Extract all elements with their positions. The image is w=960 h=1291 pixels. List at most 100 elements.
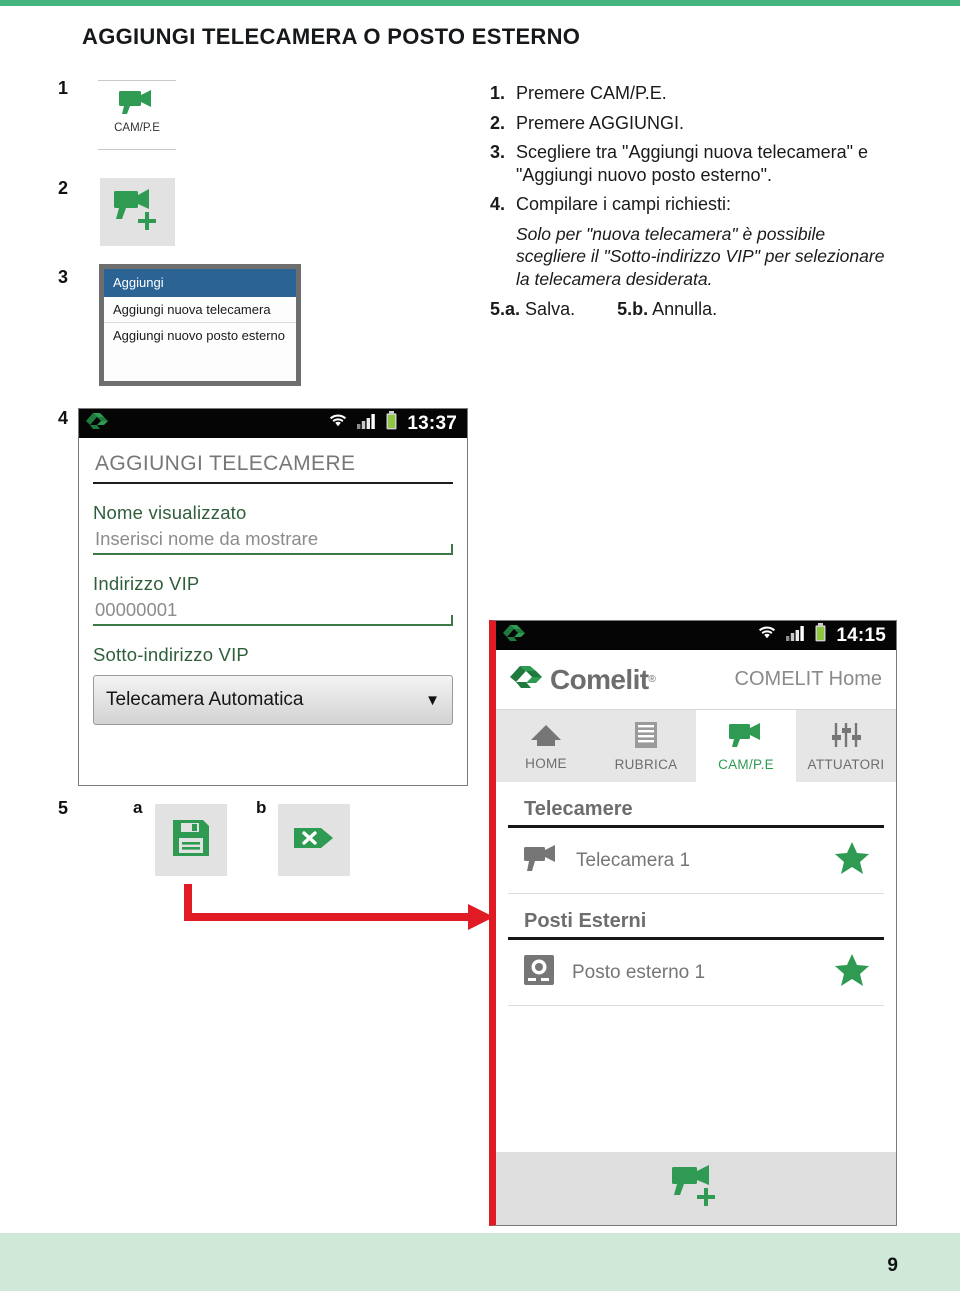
instruction-item: 4. Compilare i campi richiesti: xyxy=(490,193,890,216)
cancel-x-icon xyxy=(291,821,337,860)
status-bar: 13:37 xyxy=(79,409,467,438)
top-accent-rule xyxy=(0,0,960,6)
page-title: AGGIUNGI TELECAMERA O POSTO ESTERNO xyxy=(82,24,581,49)
field-label: Sotto-indirizzo VIP xyxy=(93,644,249,665)
save-button[interactable] xyxy=(155,804,227,876)
camera-icon xyxy=(727,721,765,754)
tab-home[interactable]: HOME xyxy=(496,710,596,782)
tab-label: ATTUATORI xyxy=(807,756,885,772)
nav-bar: HOME RUBRICA CAM/P.E ATTUATORI xyxy=(496,710,896,782)
list-icon xyxy=(633,721,659,754)
step-label-5a: a xyxy=(133,798,143,817)
favorite-star-icon[interactable] xyxy=(834,841,870,880)
list-item-label: Telecamera 1 xyxy=(576,849,691,871)
tab-cam-pe[interactable]: CAM/P.E xyxy=(696,710,796,782)
phone-screenshot-camera-list: 14:15 Comelit ® COMELIT Home HOME RUBRIC… xyxy=(489,620,897,1226)
instruction-text: Compilare i campi richiesti: xyxy=(516,194,732,214)
status-bar: 14:15 xyxy=(496,621,896,650)
wifi-icon xyxy=(327,412,349,435)
add-camera-icon xyxy=(668,1163,724,1214)
brand-name: Comelit xyxy=(550,663,649,695)
sliders-icon xyxy=(829,721,863,754)
final-step-number: 5.a. xyxy=(490,298,521,319)
display-name-input[interactable]: Inserisci nome da mostrare xyxy=(93,524,453,555)
instruction-item: 3. Scegliere tra "Aggiungi nuova telecam… xyxy=(490,141,890,186)
tab-rubrica[interactable]: RUBRICA xyxy=(596,710,696,782)
footer-band xyxy=(0,1233,960,1291)
chevron-down-icon: ▼ xyxy=(425,691,440,709)
field-label: Nome visualizzato xyxy=(93,502,247,523)
final-steps: 5.a. Salva. 5.b. Annulla. xyxy=(490,299,890,320)
field-indirizzo-vip: Indirizzo VIP 00000001 xyxy=(93,573,453,626)
screen-title: AGGIUNGI TELECAMERE xyxy=(93,438,453,484)
final-step-text: Salva. xyxy=(525,298,576,319)
final-step-5a: 5.a. Salva. xyxy=(490,299,575,320)
step-number-3: 3 xyxy=(58,267,69,287)
comelit-logo-icon xyxy=(510,664,546,695)
add-camera-icon xyxy=(112,187,164,238)
flow-arrow-red xyxy=(184,884,494,930)
floppy-save-icon xyxy=(169,816,213,865)
instruction-text: Premere CAM/P.E. xyxy=(516,83,667,103)
registered-mark: ® xyxy=(648,674,656,685)
aggiungi-popup-menu[interactable]: Aggiungi Aggiungi nuova telecamera Aggiu… xyxy=(99,264,301,386)
section-title-posti-esterni: Posti Esterni xyxy=(508,894,884,940)
field-label: Indirizzo VIP xyxy=(93,573,200,594)
field-sotto-indirizzo-vip: Sotto-indirizzo VIP Telecamera Automatic… xyxy=(93,644,453,725)
menu-item-add-new-camera[interactable]: Aggiungi nuova telecamera xyxy=(104,297,296,324)
cam-pe-tab-tile[interactable]: CAM/P.E xyxy=(98,80,176,150)
cam-pe-tile-label: CAM/P.E xyxy=(114,122,160,134)
tab-label: RUBRICA xyxy=(614,756,678,772)
vip-address-input[interactable]: 00000001 xyxy=(93,595,453,626)
add-camera-button-tile[interactable] xyxy=(100,178,175,246)
comelit-mark-icon xyxy=(86,412,112,435)
step-label-5b: b xyxy=(256,798,267,817)
instruction-text: Scegliere tra "Aggiungi nuova telecamera… xyxy=(516,142,868,185)
instruction-number: 4. xyxy=(490,194,506,214)
instruction-item: 2. Premere AGGIUNGI. xyxy=(490,112,890,135)
field-nome-visualizzato: Nome visualizzato Inserisci nome da most… xyxy=(93,502,453,555)
document-page: AGGIUNGI TELECAMERA O POSTO ESTERNO 1 2 … xyxy=(0,0,960,1291)
signal-icon xyxy=(786,624,806,647)
step-number-5: 5 xyxy=(58,798,69,818)
instruction-item: 1. Premere CAM/P.E. xyxy=(490,82,890,105)
status-bar-time: 13:37 xyxy=(407,412,457,434)
instruction-text: Premere AGGIUNGI. xyxy=(516,112,685,133)
tab-label: CAM/P.E xyxy=(718,756,774,772)
instruction-number: 3. xyxy=(490,142,506,162)
entrance-panel-icon xyxy=(522,953,556,992)
cancel-button[interactable] xyxy=(278,804,350,876)
step-number-4: 4 xyxy=(58,408,69,428)
status-bar-time: 14:15 xyxy=(836,624,886,646)
instruction-number: 1. xyxy=(490,83,506,103)
home-title: COMELIT Home xyxy=(734,668,882,690)
list-item-telecamera-1[interactable]: Telecamera 1 xyxy=(508,828,884,894)
wifi-icon xyxy=(756,624,778,647)
phone-screenshot-add-camera-form: 13:37 AGGIUNGI TELECAMERE Nome visualizz… xyxy=(78,408,468,786)
tab-attuatori[interactable]: ATTUATORI xyxy=(796,710,896,782)
form-screen: AGGIUNGI TELECAMERE Nome visualizzato In… xyxy=(79,438,467,725)
step-number-2: 2 xyxy=(58,178,69,198)
select-value: Telecamera Automatica xyxy=(106,689,304,710)
list-item-posto-esterno-1[interactable]: Posto esterno 1 xyxy=(508,940,884,1006)
instruction-note: Solo per "nuova telecamera" è possibile … xyxy=(516,223,885,290)
section-title-telecamere: Telecamere xyxy=(508,782,884,828)
instruction-list: 1. Premere CAM/P.E. 2. Premere AGGIUNGI.… xyxy=(490,82,890,320)
home-icon xyxy=(529,722,563,753)
add-camera-bar[interactable] xyxy=(496,1152,896,1225)
tab-label: HOME xyxy=(525,755,567,771)
final-step-text: Annulla. xyxy=(652,298,718,319)
battery-icon xyxy=(814,623,827,648)
page-number: 9 xyxy=(887,1255,898,1276)
popup-header: Aggiungi xyxy=(104,269,296,297)
final-step-number: 5.b. xyxy=(617,298,649,319)
comelit-mark-icon xyxy=(503,624,529,647)
app-header: Comelit ® COMELIT Home xyxy=(496,650,896,710)
signal-icon xyxy=(357,412,377,435)
favorite-star-icon[interactable] xyxy=(834,953,870,992)
instruction-number: 2. xyxy=(490,112,506,133)
list-item-label: Posto esterno 1 xyxy=(572,961,706,983)
vip-subaddress-select[interactable]: Telecamera Automatica ▼ xyxy=(93,675,453,725)
menu-item-add-new-entrance-panel[interactable]: Aggiungi nuovo posto esterno xyxy=(104,323,296,348)
camera-icon xyxy=(522,843,560,878)
